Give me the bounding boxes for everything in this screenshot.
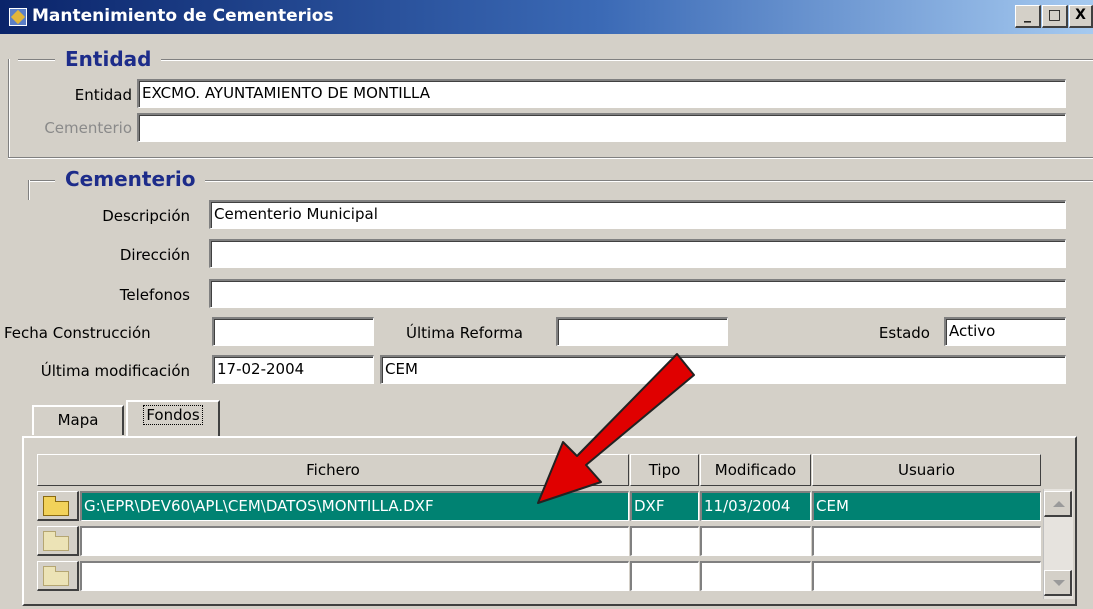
open-folder-icon	[43, 496, 69, 516]
entidad-field[interactable]: EXCMO. AYUNTAMIENTO DE MONTILLA	[137, 79, 1066, 108]
open-file-button[interactable]	[37, 491, 79, 521]
open-folder-icon	[43, 566, 69, 586]
entidad-group-bottom-border	[8, 157, 1093, 159]
close-button[interactable]: X	[1069, 5, 1093, 28]
scroll-down-button[interactable]	[1044, 570, 1072, 596]
estado-field[interactable]: Activo	[944, 317, 1066, 346]
open-folder-icon	[43, 531, 69, 551]
entidad-label: Entidad	[74, 86, 132, 104]
descripcion-field[interactable]: Cementerio Municipal	[209, 200, 1066, 229]
cementerio-group-left-border	[28, 180, 30, 200]
telefonos-field[interactable]	[209, 279, 1066, 308]
tab-fondos-label: Fondos	[143, 405, 203, 425]
ultima-modificacion-date-field[interactable]: 17-02-2004	[212, 355, 374, 384]
table-cell-modificado[interactable]	[700, 561, 811, 591]
column-header-modificado[interactable]: Modificado	[700, 454, 811, 486]
table-cell-usuario[interactable]: CEM	[812, 491, 1041, 521]
tab-fondos[interactable]: Fondos	[126, 400, 220, 436]
column-header-fichero[interactable]: Fichero	[37, 454, 629, 486]
app-icon	[9, 8, 27, 26]
direccion-field[interactable]	[209, 239, 1066, 268]
arrow-up-icon	[1053, 501, 1065, 507]
table-cell-usuario[interactable]	[812, 526, 1041, 556]
title-bar[interactable]: Mantenimiento de Cementerios _ □ X	[0, 0, 1093, 34]
arrow-down-icon	[1053, 580, 1065, 586]
direccion-label: Dirección	[119, 246, 190, 264]
column-header-modificado-label: Modificado	[714, 461, 797, 479]
table-cell-usuario[interactable]	[812, 561, 1041, 591]
entidad-group-border	[18, 59, 1093, 61]
table-cell-tipo[interactable]	[630, 561, 699, 591]
column-header-usuario[interactable]: Usuario	[812, 454, 1041, 486]
telefonos-label: Telefonos	[119, 286, 190, 304]
window-title: Mantenimiento de Cementerios	[32, 6, 334, 26]
cementerio-filter-label: Cementerio	[44, 119, 132, 137]
maximize-button[interactable]: □	[1042, 5, 1068, 28]
entidad-section-title: Entidad	[55, 48, 162, 70]
fecha-construccion-label: Fecha Construcción	[4, 324, 151, 342]
column-header-usuario-label: Usuario	[897, 461, 955, 479]
table-cell-tipo[interactable]	[630, 526, 699, 556]
table-cell-fichero[interactable]: G:\EPR\DEV60\APL\CEM\DATOS\MONTILLA.DXF	[80, 491, 629, 521]
cementerio-filter-field[interactable]	[137, 113, 1066, 142]
ultima-modificacion-label: Última modificación	[40, 362, 190, 380]
tab-mapa[interactable]: Mapa	[32, 405, 124, 435]
open-file-button[interactable]	[37, 561, 79, 591]
ultima-reforma-label: Última Reforma	[406, 324, 523, 342]
open-file-button[interactable]	[37, 526, 79, 556]
ultima-reforma-field[interactable]	[556, 317, 728, 346]
column-header-tipo-label: Tipo	[648, 461, 681, 479]
table-cell-fichero[interactable]	[80, 526, 629, 556]
column-header-tipo[interactable]: Tipo	[630, 454, 699, 486]
column-header-fichero-label: Fichero	[306, 461, 360, 479]
table-cell-tipo[interactable]: DXF	[630, 491, 699, 521]
fecha-construccion-field[interactable]	[212, 317, 374, 346]
descripcion-label: Descripción	[102, 207, 190, 225]
table-cell-modificado[interactable]: 11/03/2004	[700, 491, 811, 521]
tab-mapa-label: Mapa	[57, 411, 99, 429]
scroll-up-button[interactable]	[1044, 491, 1072, 517]
table-cell-fichero[interactable]	[80, 561, 629, 591]
estado-label: Estado	[878, 324, 930, 342]
minimize-button[interactable]: _	[1015, 5, 1041, 28]
table-cell-modificado[interactable]	[700, 526, 811, 556]
cementerio-section-title: Cementerio	[55, 168, 206, 190]
ultima-modificacion-user-field[interactable]: CEM	[380, 355, 1066, 384]
entidad-group-left-border	[8, 59, 10, 159]
